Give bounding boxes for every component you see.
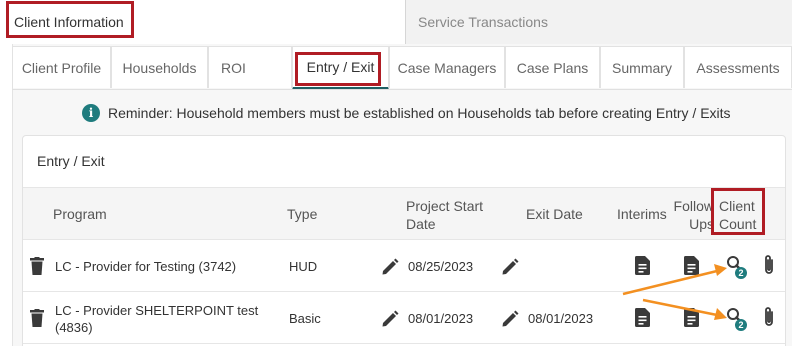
tab-client-information[interactable]: Client Information (0, 0, 406, 44)
document-icon[interactable] (635, 256, 650, 275)
start-date: 08/01/2023 (408, 311, 474, 326)
sub-tab-bar: Client Profile Households ROI Entry / Ex… (12, 46, 792, 90)
reminder-banner: i Reminder: Household members must be es… (82, 103, 731, 123)
tab-label: Households (122, 59, 197, 76)
tab-entry-exit[interactable]: Entry / Exit (292, 46, 389, 90)
document-icon[interactable] (635, 308, 650, 327)
tab-client-profile[interactable]: Client Profile (12, 46, 111, 88)
tab-label: Assessments (696, 59, 780, 76)
table-row: LC - Provider for Testing (3742) HUD 08/… (23, 240, 785, 292)
client-count-badge: 2 (735, 267, 747, 279)
top-tab-bar: Client Information Service Transactions (0, 0, 792, 44)
tab-label: Case Managers (397, 59, 497, 76)
header-program[interactable]: Program (53, 205, 107, 223)
exit-date: 08/01/2023 (528, 311, 594, 326)
header-text: Count (719, 216, 757, 232)
header-text: Project Start (406, 198, 484, 214)
tab-label: Summary (612, 59, 672, 76)
tab-label: Client Profile (21, 59, 102, 76)
program-name[interactable]: LC - Provider for Testing (3742) (55, 258, 236, 275)
tab-case-plans[interactable]: Case Plans (505, 46, 600, 88)
header-text: Follow (673, 198, 714, 214)
start-date: 08/25/2023 (408, 259, 474, 274)
document-icon[interactable] (684, 308, 699, 327)
paperclip-icon[interactable] (763, 306, 775, 328)
header-text: Ups (689, 216, 714, 232)
tab-label: Case Plans (516, 59, 589, 76)
tab-service-transactions[interactable]: Service Transactions (406, 0, 792, 44)
section-title: Entry / Exit (37, 153, 105, 169)
reminder-text: Reminder: Household members must be esta… (108, 105, 731, 121)
pencil-icon[interactable] (381, 310, 399, 328)
entry-exit-card: Entry / Exit Program Type Project Start … (22, 135, 786, 346)
program-line: (4836) (55, 320, 93, 335)
header-exit-date[interactable]: Exit Date (526, 205, 583, 223)
tab-summary[interactable]: Summary (600, 46, 684, 88)
table-header: Program Type Project Start Date Exit Dat… (23, 187, 785, 240)
tab-label: Client Information (14, 14, 124, 30)
tab-label: Service Transactions (418, 14, 548, 30)
sub-tab-divider (12, 89, 792, 90)
entry-type: Basic (289, 311, 321, 326)
pencil-icon[interactable] (501, 258, 519, 276)
client-count-badge: 2 (735, 319, 747, 331)
trash-icon[interactable] (29, 257, 45, 275)
entry-type: HUD (289, 259, 318, 274)
header-text: Date (406, 216, 436, 232)
document-icon[interactable] (684, 256, 699, 275)
trash-icon[interactable] (29, 309, 45, 327)
table-row: LC - Provider SHELTERPOINT test (4836) B… (23, 292, 785, 344)
pencil-icon[interactable] (381, 258, 399, 276)
program-name[interactable]: LC - Provider SHELTERPOINT test (4836) (55, 302, 258, 336)
header-interims: Interims (617, 206, 667, 222)
program-line: LC - Provider for Testing (3742) (55, 259, 237, 274)
info-circle-icon: i (82, 104, 100, 122)
tab-case-managers[interactable]: Case Managers (389, 46, 505, 88)
program-line: LC - Provider SHELTERPOINT test (55, 303, 259, 318)
tab-assessments[interactable]: Assessments (684, 46, 792, 88)
tab-households[interactable]: Households (111, 46, 208, 88)
header-start-date[interactable]: Project Start Date (406, 197, 483, 233)
tab-roi[interactable]: ROI (208, 46, 292, 88)
header-follow-ups: Follow Ups (672, 197, 714, 233)
tab-label: Entry / Exit (306, 59, 375, 75)
pencil-icon[interactable] (501, 310, 519, 328)
header-type[interactable]: Type (287, 205, 317, 223)
tab-label: ROI (221, 59, 246, 76)
paperclip-icon[interactable] (763, 254, 775, 276)
header-client-count: Client Count (719, 197, 756, 233)
header-text: Client (719, 198, 755, 214)
